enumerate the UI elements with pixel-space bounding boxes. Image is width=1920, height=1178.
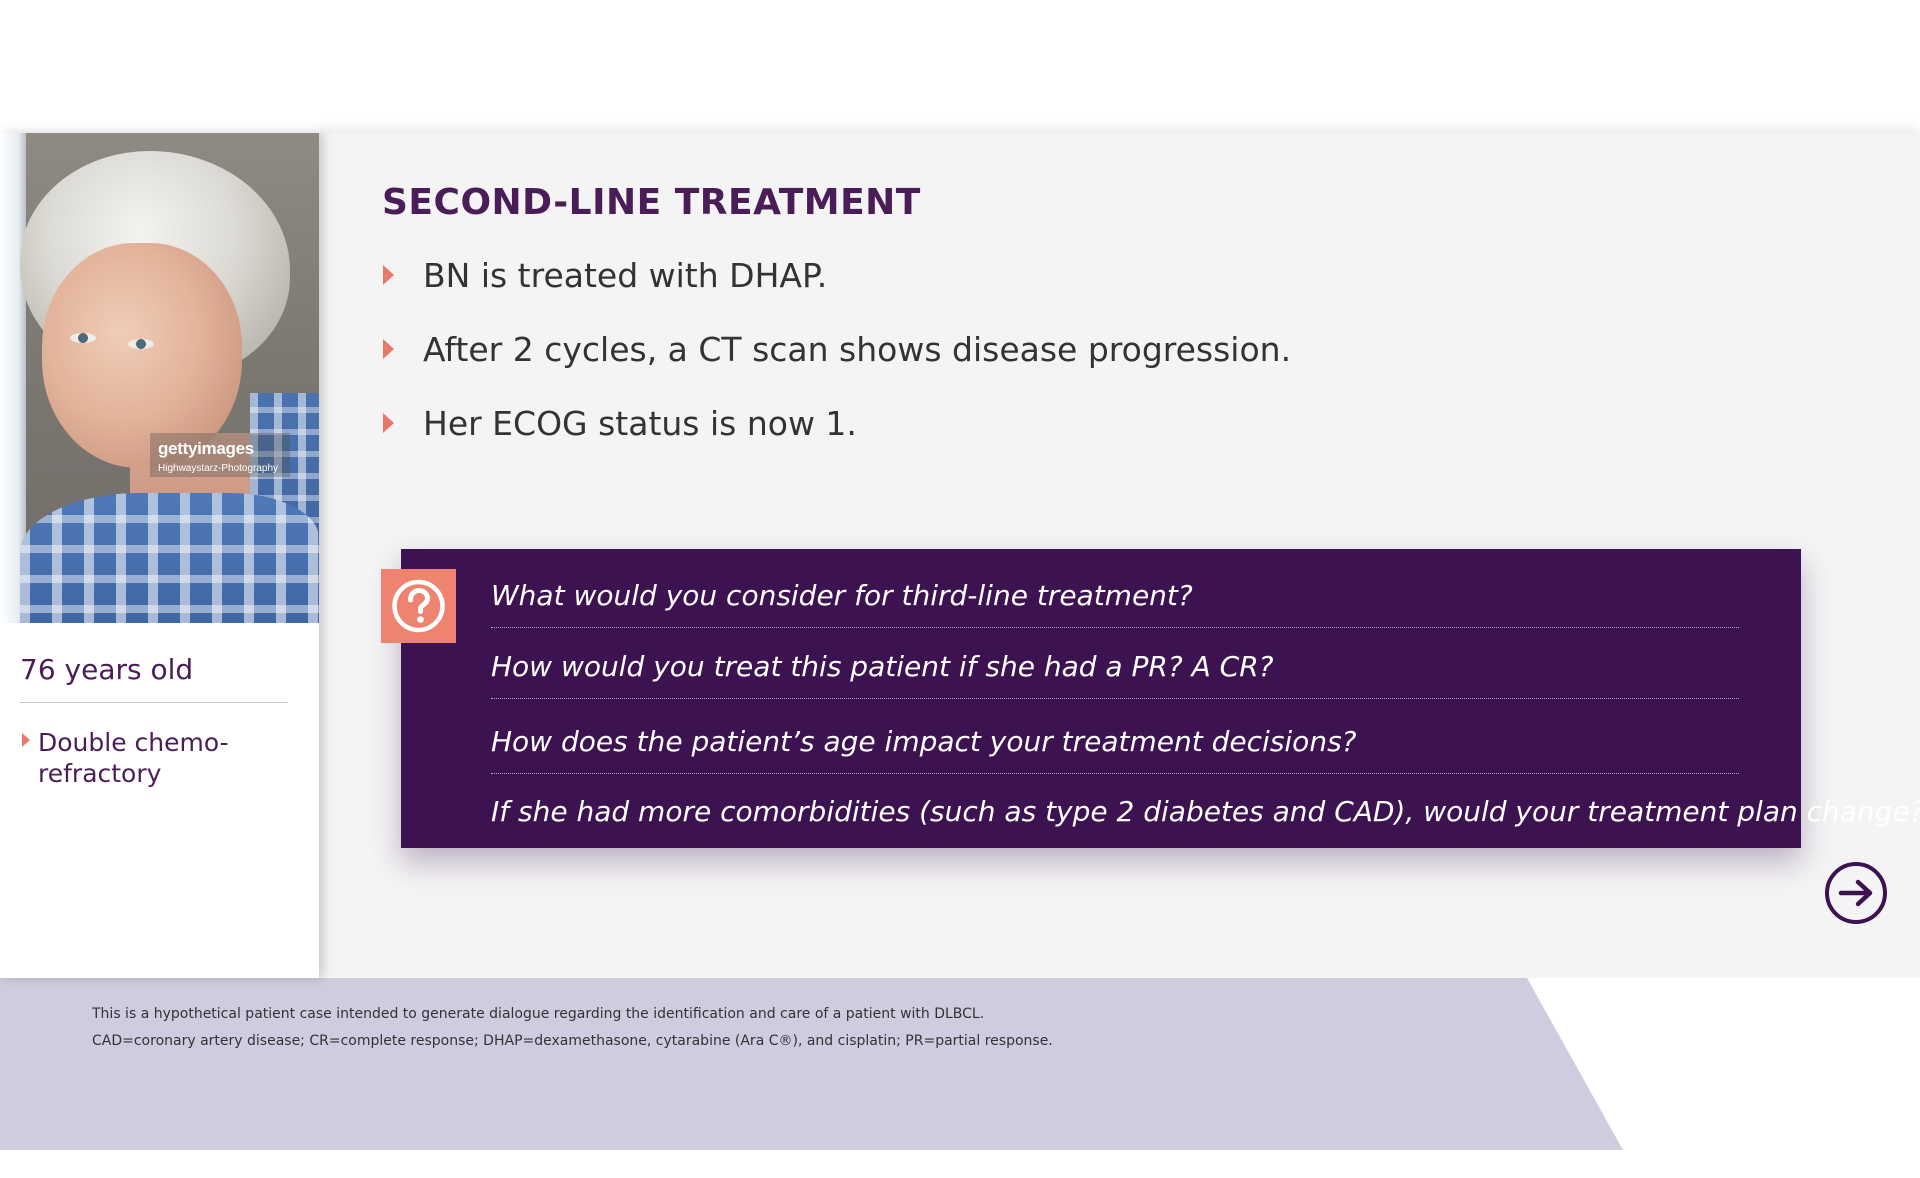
photo-credit: Highwaystarz-Photography bbox=[158, 463, 279, 474]
abbreviations-text: CAD=coronary artery disease; CR=complete… bbox=[92, 1033, 1053, 1049]
question-mark-icon bbox=[381, 569, 456, 643]
divider bbox=[20, 702, 288, 703]
next-button[interactable] bbox=[1824, 861, 1888, 925]
question-text: If she had more comorbidities (such as t… bbox=[491, 795, 1920, 828]
patient-tag-text: Double chemo-refractory bbox=[38, 728, 229, 788]
patient-panel: gettyimages Highwaystarz-Photography 76 … bbox=[0, 133, 319, 978]
footer-band-shape bbox=[0, 978, 1623, 1150]
question-item: How would you treat this patient if she … bbox=[491, 628, 1739, 699]
patient-photo: gettyimages Highwaystarz-Photography bbox=[0, 133, 319, 623]
bullet-text: Her ECOG status is now 1. bbox=[423, 404, 857, 443]
caret-icon bbox=[22, 733, 30, 747]
bullet-text: After 2 cycles, a CT scan shows disease … bbox=[423, 330, 1292, 369]
slide: gettyimages Highwaystarz-Photography 76 … bbox=[0, 0, 1920, 1178]
question-item: What would you consider for third-line t… bbox=[491, 557, 1739, 628]
question-item: If she had more comorbidities (such as t… bbox=[491, 773, 1920, 844]
caret-icon bbox=[383, 339, 394, 359]
bullet-text: BN is treated with DHAP. bbox=[423, 256, 828, 295]
watermark-brand: gettyimages bbox=[158, 439, 254, 458]
divider bbox=[491, 698, 1739, 699]
page-title: SECOND-LINE TREATMENT bbox=[382, 182, 921, 223]
question-item: How does the patient’s age impact your t… bbox=[491, 703, 1739, 774]
caret-icon bbox=[383, 265, 394, 285]
question-text: How would you treat this patient if she … bbox=[491, 650, 1274, 683]
disclaimer-text: This is a hypothetical patient case inte… bbox=[92, 1006, 985, 1022]
patient-age: 76 years old bbox=[20, 653, 194, 686]
question-text: How does the patient’s age impact your t… bbox=[491, 725, 1357, 758]
arrow-right-circle-icon bbox=[1825, 862, 1887, 924]
caret-icon bbox=[383, 413, 394, 433]
question-text: What would you consider for third-line t… bbox=[491, 579, 1193, 612]
footer bbox=[0, 978, 1625, 1150]
